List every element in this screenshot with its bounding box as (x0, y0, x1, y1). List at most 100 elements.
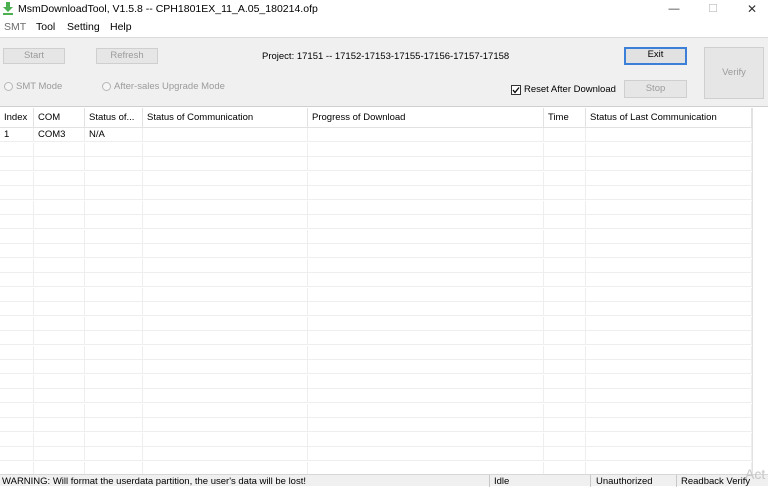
empty-cell (586, 229, 752, 244)
empty-cell (34, 345, 85, 360)
empty-cell (586, 461, 752, 474)
empty-cell (85, 345, 143, 360)
empty-cell (308, 273, 544, 287)
radio-circle-icon (4, 82, 13, 91)
empty-cell (0, 157, 34, 171)
empty-cell (544, 374, 586, 389)
empty-cell (586, 200, 752, 215)
empty-cell (85, 200, 143, 215)
empty-cell (586, 316, 752, 331)
empty-cell (0, 403, 34, 418)
col-com-header[interactable]: COM (34, 108, 85, 127)
refresh-button[interactable]: Refresh (96, 48, 158, 64)
menu-smt[interactable]: SMT (4, 21, 26, 33)
empty-cell (0, 432, 34, 447)
col-communication-header[interactable]: Status of Communication (143, 108, 308, 127)
empty-cell (544, 302, 586, 316)
maximize-button[interactable]: ☐ (697, 0, 729, 18)
empty-table-row (0, 229, 752, 244)
exit-button[interactable]: Exit (624, 47, 687, 65)
device-table: Index COM Status of... Status of Communi… (0, 108, 768, 474)
checkmark-icon (512, 86, 520, 94)
empty-table-row (0, 273, 752, 287)
table-row[interactable]: 1 COM3 N/A (0, 128, 752, 142)
empty-cell (85, 461, 143, 474)
empty-cell (308, 302, 544, 316)
empty-cell (544, 461, 586, 474)
empty-cell (544, 229, 586, 244)
empty-cell (34, 403, 85, 418)
empty-cell (586, 142, 752, 157)
empty-cell (586, 403, 752, 418)
empty-cell (308, 374, 544, 389)
empty-cell (85, 287, 143, 302)
empty-cell (0, 360, 34, 374)
empty-table-row (0, 200, 752, 215)
empty-cell (85, 186, 143, 200)
empty-cell (34, 200, 85, 215)
stop-button[interactable]: Stop (624, 80, 687, 98)
empty-cell (308, 229, 544, 244)
aftersales-mode-label: After-sales Upgrade Mode (114, 81, 225, 92)
empty-cell (85, 418, 143, 432)
smt-mode-radio[interactable]: SMT Mode (4, 81, 62, 92)
empty-cell (0, 374, 34, 389)
empty-cell (143, 403, 308, 418)
col-status-header[interactable]: Status of... (85, 108, 143, 127)
reset-after-download-checkbox[interactable]: Reset After Download (511, 84, 616, 95)
menu-setting[interactable]: Setting (67, 21, 100, 33)
status-warning: WARNING: Will format the userdata partit… (2, 476, 306, 487)
empty-cell (544, 186, 586, 200)
empty-cell (85, 258, 143, 273)
empty-cell (0, 461, 34, 474)
empty-cell (544, 157, 586, 171)
empty-cell (0, 389, 34, 403)
empty-cell (586, 287, 752, 302)
empty-cell (586, 374, 752, 389)
minimize-button[interactable]: — (658, 0, 690, 18)
empty-cell (0, 258, 34, 273)
col-progress-header[interactable]: Progress of Download (308, 108, 544, 127)
empty-cell (143, 258, 308, 273)
checkbox-box[interactable] (511, 84, 521, 95)
empty-cell (544, 316, 586, 331)
empty-cell (34, 374, 85, 389)
empty-cell (143, 171, 308, 186)
empty-cell (586, 244, 752, 258)
aftersales-mode-radio[interactable]: After-sales Upgrade Mode (102, 81, 225, 92)
status-readback: Readback Verify (681, 476, 751, 487)
empty-cell (586, 273, 752, 287)
empty-cell (308, 157, 544, 171)
empty-table-row (0, 418, 752, 432)
empty-cell (0, 186, 34, 200)
empty-table-row (0, 157, 752, 171)
close-button[interactable]: ✕ (736, 0, 768, 18)
empty-cell (143, 244, 308, 258)
cell-com: COM3 (34, 128, 85, 142)
col-index-header[interactable]: Index (0, 108, 34, 127)
empty-cell (586, 215, 752, 229)
empty-cell (34, 142, 85, 157)
verify-button[interactable]: Verify (704, 47, 764, 99)
empty-cell (0, 171, 34, 186)
empty-cell (586, 432, 752, 447)
empty-table-row (0, 186, 752, 200)
title-bar: MsmDownloadTool, V1.5.8 -- CPH1801EX_11_… (0, 0, 768, 18)
menu-help[interactable]: Help (110, 21, 132, 33)
empty-table-row (0, 287, 752, 302)
start-button[interactable]: Start (3, 48, 65, 64)
empty-table-row (0, 302, 752, 316)
empty-cell (308, 215, 544, 229)
empty-cell (308, 403, 544, 418)
col-time-header[interactable]: Time (544, 108, 586, 127)
empty-cell (308, 200, 544, 215)
col-last-communication-header[interactable]: Status of Last Communication (586, 108, 752, 127)
menu-tool[interactable]: Tool (36, 21, 55, 33)
empty-cell (0, 418, 34, 432)
download-app-icon (3, 2, 13, 15)
empty-cell (143, 200, 308, 215)
empty-cell (0, 229, 34, 244)
empty-table-row (0, 389, 752, 403)
empty-cell (544, 345, 586, 360)
table-right-edge (752, 108, 768, 474)
